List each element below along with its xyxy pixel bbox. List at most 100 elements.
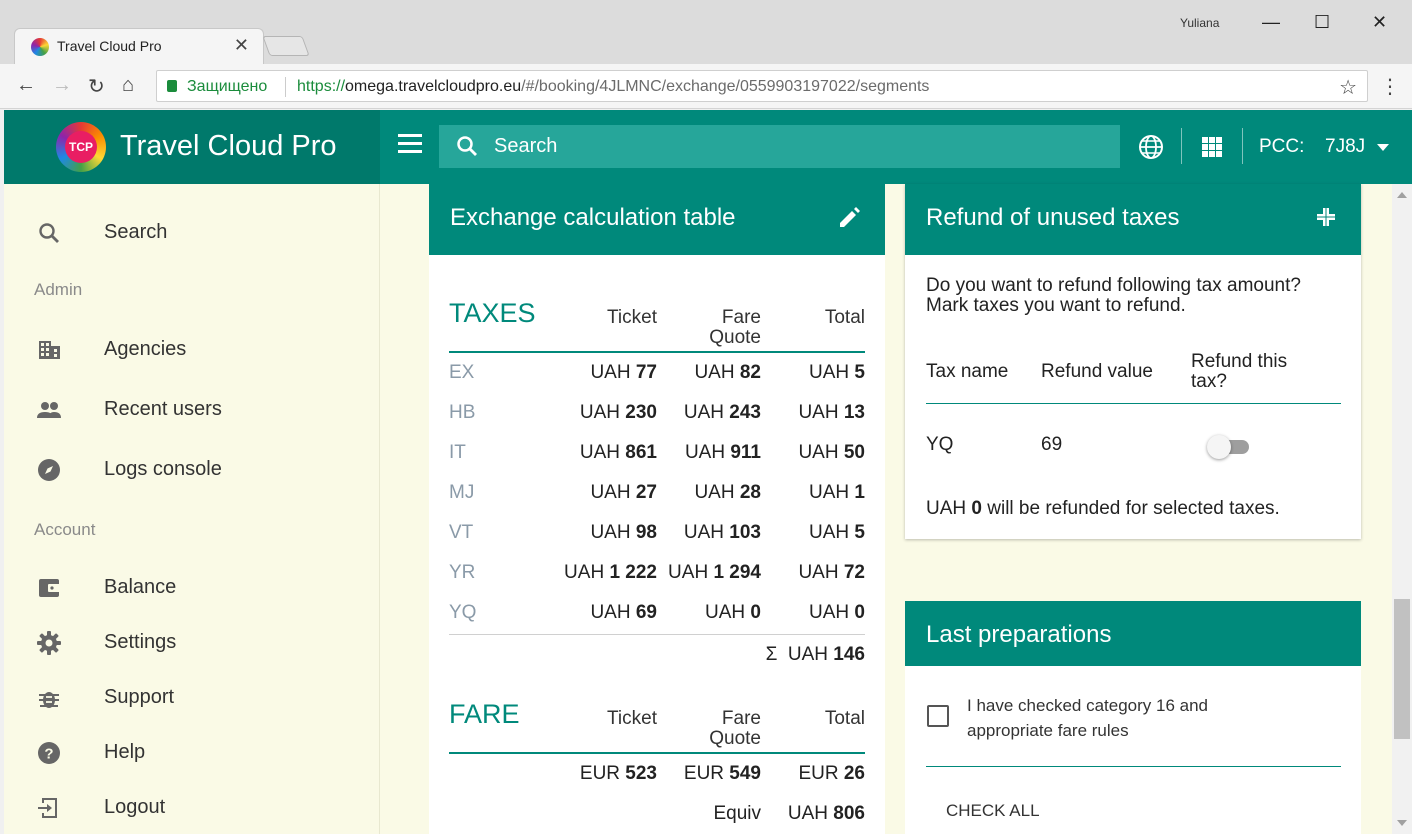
pcc-select[interactable]: 7J8J: [1325, 136, 1365, 158]
tax-fare-quote-value: 103: [729, 522, 761, 543]
checkbox-label[interactable]: I have checked category 16 and appropria…: [967, 693, 1267, 743]
fare-quote-value: 549: [729, 763, 761, 784]
currency: UAH: [798, 402, 839, 423]
sum-value: 146: [833, 644, 865, 665]
taxes-sum-rule: [449, 634, 865, 635]
tax-code: VT: [449, 522, 474, 543]
svg-text:?: ?: [44, 746, 53, 763]
sidebar-item-recent-users[interactable]: Recent users: [4, 385, 380, 433]
search-icon: [457, 136, 477, 156]
edit-icon[interactable]: [837, 204, 863, 230]
browser-menu-icon[interactable]: ⋮: [1380, 74, 1400, 99]
logout-icon: [38, 798, 57, 818]
category16-checkbox[interactable]: [927, 705, 949, 727]
tax-fare-quote: UAH 0: [705, 602, 761, 624]
refund-summary-text: will be refunded for selected taxes.: [987, 498, 1280, 519]
scrollbar[interactable]: [1392, 184, 1412, 834]
refund-tax-value: 69: [1041, 434, 1063, 455]
fare-row: EUR 523 EUR 549 EUR 26: [449, 755, 865, 795]
scroll-down-icon[interactable]: [1397, 820, 1407, 826]
currency: UAH: [809, 362, 850, 383]
currency: UAH: [798, 562, 839, 583]
gear-icon: [37, 631, 61, 655]
browser-tab[interactable]: Travel Cloud Pro ✕: [14, 28, 264, 64]
taxes-sum: Σ UAH 146: [766, 644, 865, 666]
address-bar[interactable]: Защищено https://omega.travelcloudpro.eu…: [156, 70, 1368, 102]
tax-code: YQ: [449, 602, 477, 623]
profile-name[interactable]: Yuliana: [1180, 16, 1219, 30]
reload-icon[interactable]: ↻: [88, 74, 105, 99]
card-header: Refund of unused taxes: [905, 184, 1361, 255]
logo: TCP: [56, 122, 106, 172]
menu-icon[interactable]: [398, 134, 422, 154]
fare-total-value: 26: [843, 763, 865, 784]
tax-ticket-value: 861: [625, 442, 657, 463]
apps-grid-icon[interactable]: [1202, 137, 1222, 157]
tax-total-value: 13: [843, 402, 865, 423]
tax-ticket-value: 1 222: [609, 562, 657, 583]
brand-name: Travel Cloud Pro: [120, 130, 337, 162]
minimize-button[interactable]: —: [1262, 12, 1280, 33]
sidebar-item-logs-console[interactable]: Logs console: [4, 445, 380, 493]
tax-ticket: UAH 27: [590, 482, 657, 504]
sidebar-item-search[interactable]: Search: [4, 208, 380, 256]
currency: UAH: [798, 442, 839, 463]
refund-toggle[interactable]: [1207, 435, 1251, 459]
forward-icon[interactable]: →: [52, 74, 72, 97]
tax-ticket: UAH 861: [580, 442, 657, 464]
collapse-icon[interactable]: [1315, 206, 1337, 228]
equiv-row: Equiv UAH 806: [449, 795, 865, 834]
tax-fare-quote-value: 243: [729, 402, 761, 423]
sidebar-item-help[interactable]: ? Help: [4, 728, 380, 776]
sidebar-item-balance[interactable]: Balance: [4, 563, 380, 611]
last-preparations-card: Last preparations I have checked categor…: [905, 601, 1361, 834]
back-icon[interactable]: ←: [16, 74, 36, 97]
wallet-icon: [39, 579, 60, 597]
tax-total-value: 0: [854, 602, 865, 623]
tax-fare-quote: UAH 243: [684, 402, 761, 424]
home-icon[interactable]: ⌂: [122, 74, 134, 97]
sidebar-item-label: Settings: [104, 631, 177, 653]
fare-ticket: EUR 523: [580, 763, 657, 785]
scrollbar-thumb[interactable]: [1394, 599, 1410, 739]
tax-fare-quote: UAH 28: [694, 482, 761, 504]
tax-ticket: UAH 1 222: [564, 562, 657, 584]
tax-code: HB: [449, 402, 476, 423]
refund-summary: UAH 0 will be refunded for selected taxe…: [926, 498, 1280, 520]
currency: UAH: [809, 522, 850, 543]
favicon-icon: [31, 38, 49, 56]
check-all-button[interactable]: CHECK ALL: [946, 801, 1040, 821]
sidebar-item-agencies[interactable]: Agencies: [4, 325, 380, 373]
sidebar-item-label: Recent users: [104, 398, 222, 420]
currency: UAH: [809, 602, 850, 623]
header-divider: [1181, 128, 1182, 164]
refund-summary-amount: 0: [971, 498, 982, 519]
fare-quote: EUR 549: [684, 763, 761, 785]
compass-icon: [38, 459, 60, 481]
globe-icon[interactable]: [1138, 134, 1164, 160]
tax-ticket: UAH 77: [590, 362, 657, 384]
scroll-up-icon[interactable]: [1397, 192, 1407, 198]
equiv-label: Equiv: [713, 803, 761, 824]
sidebar-item-support[interactable]: Support: [4, 673, 380, 721]
column-header-refund-this-line2: tax?: [1191, 371, 1227, 392]
new-tab-button[interactable]: [262, 36, 310, 56]
bookmark-star-icon[interactable]: ☆: [1339, 75, 1357, 100]
brand-area[interactable]: TCP Travel Cloud Pro: [4, 110, 380, 184]
maximize-button[interactable]: ☐: [1314, 12, 1330, 33]
tax-fare-quote-value: 82: [739, 362, 761, 383]
sidebar-item-label: Help: [104, 741, 146, 763]
tab-close-icon[interactable]: ✕: [234, 35, 249, 56]
sidebar-item-settings[interactable]: Settings: [4, 618, 380, 666]
column-header-fare-quote: Fare Quote: [709, 709, 761, 749]
sidebar-item-logout[interactable]: Logout: [4, 783, 380, 831]
url-text[interactable]: https://omega.travelcloudpro.eu/#/bookin…: [297, 78, 929, 96]
tax-row: HB UAH 230 UAH 243 UAH 13: [449, 394, 865, 434]
tax-row: YR UAH 1 222 UAH 1 294 UAH 72: [449, 554, 865, 594]
tax-fare-quote-value: 0: [750, 602, 761, 623]
currency: UAH: [579, 442, 621, 463]
tax-total: UAH 72: [798, 562, 865, 584]
close-window-button[interactable]: ✕: [1372, 12, 1387, 33]
chevron-down-icon[interactable]: [1377, 144, 1389, 151]
header-search-input[interactable]: Search: [439, 125, 1120, 168]
